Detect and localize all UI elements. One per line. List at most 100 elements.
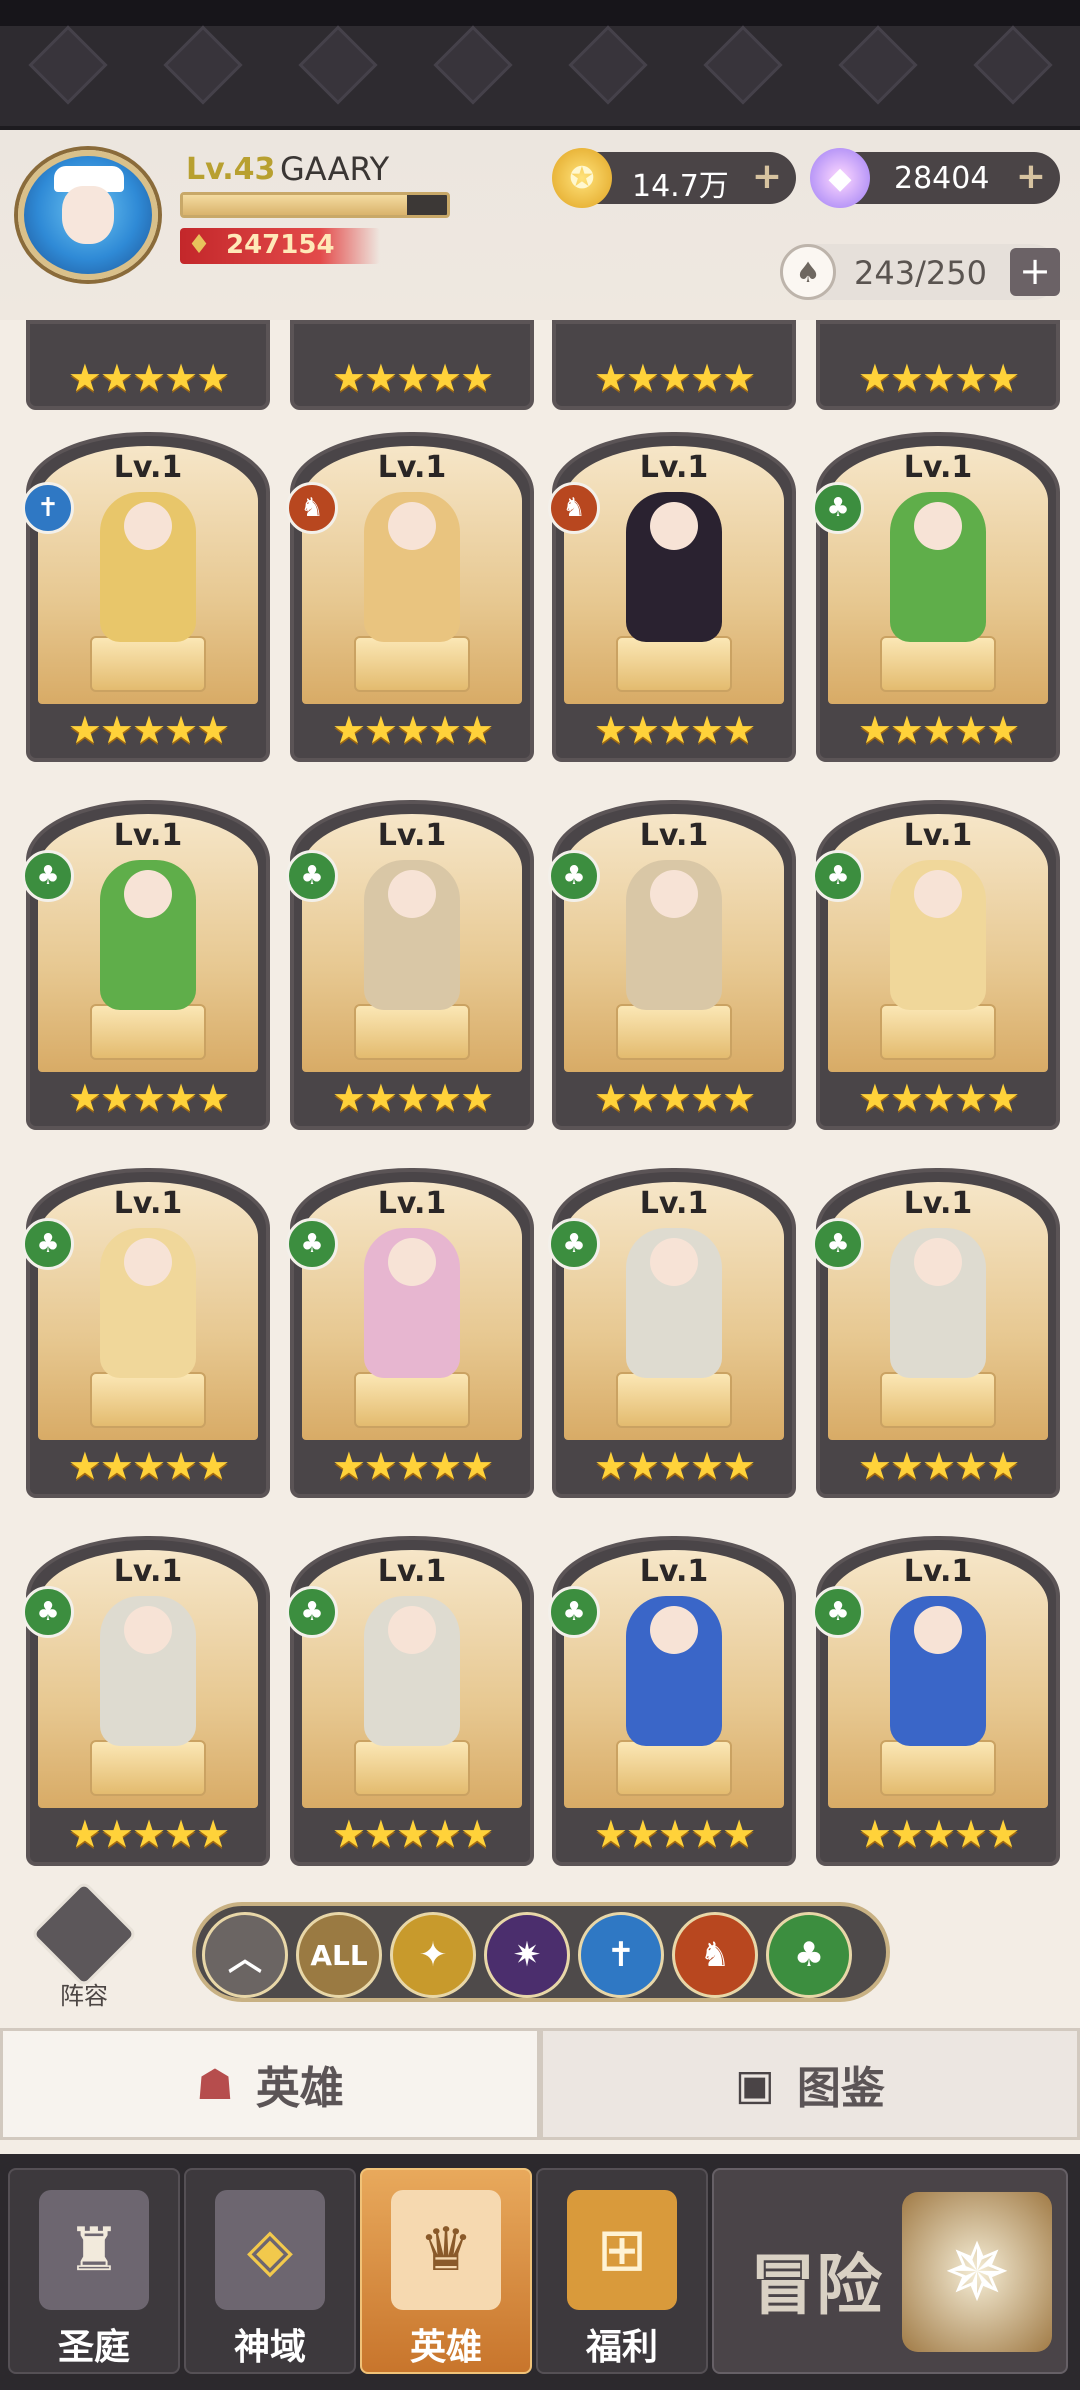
hero-pedestal	[616, 636, 732, 692]
power-badge: ♦ 247154	[180, 228, 380, 264]
faction-holy-icon: ✝	[22, 482, 74, 534]
star-rating: ★★★★★	[67, 1812, 230, 1856]
castle-icon: ♜	[39, 2190, 149, 2310]
hero-card[interactable]: Lv.1 ♣ ★★★★★	[812, 1536, 1060, 1866]
nav-courtyard[interactable]: ♜ 圣庭	[8, 2168, 180, 2374]
hero-pedestal	[616, 1740, 732, 1796]
hero-card[interactable]: Lv.1 ♣ ★★★★★	[548, 1168, 796, 1498]
formation-button[interactable]: 阵容	[30, 1880, 138, 2010]
crystal-icon: ◈	[215, 2190, 325, 2310]
hero-sprite	[890, 860, 986, 1010]
hero-card[interactable]: Lv.1 ♣ ★★★★★	[22, 800, 270, 1130]
hero-card[interactable]: Lv.1 ♣ ★★★★★	[812, 800, 1060, 1130]
hero-level: Lv.1	[113, 1186, 183, 1221]
hero-pedestal	[880, 636, 996, 692]
hero-helmet-icon: ☗	[196, 2059, 234, 2109]
hero-sprite	[890, 1596, 986, 1746]
hero-sprite	[626, 492, 722, 642]
nav-heroes[interactable]: ♛ 英雄	[360, 2168, 532, 2374]
filter-nature-icon[interactable]: ♣	[766, 1912, 852, 1998]
hero-tabs: ☗ 英雄 ▣ 图鉴	[0, 2028, 1080, 2146]
nav-welfare[interactable]: ⊞ 福利	[536, 2168, 708, 2374]
star-rating: ★★★★★	[331, 1444, 494, 1488]
star-rating: ★★★★★	[593, 1444, 756, 1488]
filter-all-button[interactable]: ALL	[296, 1912, 382, 1998]
star-rating: ★★★★★	[593, 708, 756, 752]
faction-nature-icon: ♣	[548, 850, 600, 902]
star-rating: ★★★★★	[593, 1812, 756, 1856]
faction-beast-icon: ♞	[286, 482, 338, 534]
player-level: Lv.43	[186, 152, 276, 187]
hero-sprite	[626, 1228, 722, 1378]
hero-level: Lv.1	[639, 1186, 709, 1221]
hero-card[interactable]: Lv.1 ✝ ★★★★★	[22, 432, 270, 762]
diamond-amount: 28404	[894, 161, 990, 196]
hero-pedestal	[354, 1004, 470, 1060]
star-rating: ★★★★★	[593, 1076, 756, 1120]
nav-divine-label: 神域	[233, 2327, 306, 2368]
star-book-icon: ▣	[735, 2059, 775, 2109]
star-rating: ★★★★★	[857, 1076, 1020, 1120]
hero-card[interactable]: Lv.1 ♞ ★★★★★	[548, 432, 796, 762]
hero-card[interactable]: Lv.1 ♣ ★★★★★	[812, 1168, 1060, 1498]
hero-level: Lv.1	[639, 450, 709, 485]
hero-sprite	[626, 1596, 722, 1746]
add-diamond-button[interactable]: +	[1016, 156, 1046, 197]
star-rating: ★★★★★	[331, 356, 494, 400]
hero-card-partial[interactable]: ★★★★★	[816, 320, 1060, 410]
filter-light-icon[interactable]: ✦	[390, 1912, 476, 1998]
capacity-icon: ♠	[780, 244, 836, 300]
diamond-icon: ◆	[810, 148, 870, 208]
filter-dark-icon[interactable]: ✷	[484, 1912, 570, 1998]
hero-card[interactable]: Lv.1 ♞ ★★★★★	[286, 432, 534, 762]
star-rating: ★★★★★	[857, 1444, 1020, 1488]
hero-sprite	[364, 492, 460, 642]
star-rating: ★★★★★	[857, 708, 1020, 752]
tab-codex[interactable]: ▣ 图鉴	[540, 2028, 1080, 2140]
nav-adventure[interactable]: 冒险 ✵	[712, 2168, 1068, 2374]
faction-nature-icon: ♣	[286, 1218, 338, 1270]
hero-grid: ★★★★★ ★★★★★ ★★★★★ ★★★★★ Lv.1 ✝ ★★★★★ Lv.1 ♞ ★…	[22, 320, 1062, 1870]
hero-level: Lv.1	[377, 1554, 447, 1589]
hero-card[interactable]: Lv.1 ♣ ★★★★★	[548, 800, 796, 1130]
capacity-amount: 243/250	[854, 254, 987, 292]
tab-heroes[interactable]: ☗ 英雄	[0, 2028, 540, 2140]
hero-pedestal	[880, 1004, 996, 1060]
faction-nature-icon: ♣	[22, 850, 74, 902]
hero-card[interactable]: Lv.1 ♣ ★★★★★	[22, 1536, 270, 1866]
hero-level: Lv.1	[113, 818, 183, 853]
faction-nature-icon: ♣	[22, 1586, 74, 1638]
exp-bar-fill	[183, 195, 408, 215]
hero-card[interactable]: Lv.1 ♣ ★★★★★	[286, 1536, 534, 1866]
player-avatar[interactable]	[18, 150, 158, 280]
filter-holy-icon[interactable]: ✝	[578, 1912, 664, 1998]
star-rating: ★★★★★	[857, 356, 1020, 400]
hero-card[interactable]: Lv.1 ♣ ★★★★★	[286, 1168, 534, 1498]
hero-card-partial[interactable]: ★★★★★	[26, 320, 270, 410]
hero-card-partial[interactable]: ★★★★★	[552, 320, 796, 410]
hero-card-partial[interactable]: ★★★★★	[290, 320, 534, 410]
helmet-icon: ♛	[391, 2190, 501, 2310]
expand-capacity-button[interactable]: +	[1010, 248, 1060, 296]
hero-sprite	[626, 860, 722, 1010]
banner-ornament	[0, 25, 1080, 105]
filter-beast-icon[interactable]: ♞	[672, 1912, 758, 1998]
add-gold-button[interactable]: +	[752, 156, 782, 197]
collapse-icon[interactable]: ︿	[202, 1912, 288, 1998]
hero-card[interactable]: Lv.1 ♣ ★★★★★	[286, 800, 534, 1130]
hero-level: Lv.1	[377, 818, 447, 853]
power-value: 247154	[226, 230, 335, 260]
bottom-nav: ♜ 圣庭 ◈ 神域 ♛ 英雄 ⊞ 福利 冒险 ✵	[0, 2154, 1080, 2390]
nav-heroes-label: 英雄	[409, 2327, 482, 2368]
nav-adventure-label: 冒险	[750, 2247, 882, 2324]
hero-sprite	[100, 860, 196, 1010]
hero-card[interactable]: Lv.1 ♣ ★★★★★	[812, 432, 1060, 762]
nav-divine[interactable]: ◈ 神域	[184, 2168, 356, 2374]
star-rating: ★★★★★	[331, 1076, 494, 1120]
hero-card[interactable]: Lv.1 ♣ ★★★★★	[22, 1168, 270, 1498]
faction-nature-icon: ♣	[286, 1586, 338, 1638]
hero-capacity: ♠ 243/250 +	[780, 244, 1060, 300]
hero-pedestal	[880, 1372, 996, 1428]
hero-card[interactable]: Lv.1 ♣ ★★★★★	[548, 1536, 796, 1866]
faction-beast-icon: ♞	[548, 482, 600, 534]
